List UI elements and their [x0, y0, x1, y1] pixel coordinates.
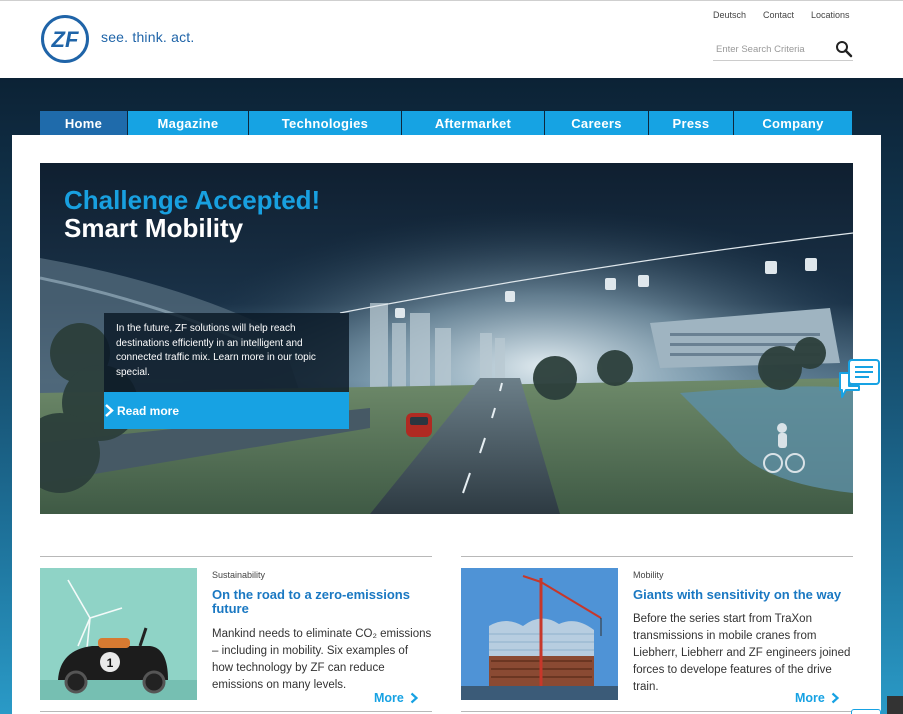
chevron-right-icon	[831, 692, 839, 704]
top-header: ZF see. think. act. Deutsch Contact Loca…	[0, 0, 903, 78]
tab-careers[interactable]: Careers	[545, 111, 648, 135]
card-divider	[461, 711, 853, 712]
contact-link[interactable]: Contact	[763, 10, 794, 20]
zf-logo[interactable]: ZF	[40, 14, 90, 64]
svg-text:ZF: ZF	[51, 27, 79, 52]
svg-text:1: 1	[107, 656, 114, 670]
chat-icon[interactable]	[837, 359, 881, 401]
search-input[interactable]	[713, 38, 831, 60]
locations-link[interactable]: Locations	[811, 10, 850, 20]
card-title[interactable]: Giants with sensitivity on the way	[633, 588, 848, 602]
chevron-right-icon	[410, 692, 418, 704]
tab-home[interactable]: Home	[40, 111, 127, 135]
search-box	[713, 38, 853, 61]
tab-press[interactable]: Press	[649, 111, 733, 135]
tab-company[interactable]: Company	[734, 111, 852, 135]
brand-slogan: see. think. act.	[101, 29, 195, 45]
more-link[interactable]: More	[374, 691, 418, 705]
main-navigation: Home Magazine Technologies Aftermarket C…	[40, 111, 853, 135]
more-label: More	[374, 691, 404, 705]
scroll-top-button[interactable]	[887, 696, 903, 714]
card-divider	[40, 711, 432, 712]
hero-teaser-text: In the future, ZF solutions will help re…	[116, 323, 316, 378]
card-category: Sustainability	[212, 570, 266, 580]
card-category: Mobility	[633, 570, 664, 580]
hero-headline-2: Smart Mobility	[64, 213, 244, 243]
teaser-card-mobility[interactable]: Mobility Giants with sensitivity on the …	[461, 556, 853, 714]
tab-technologies[interactable]: Technologies	[249, 111, 401, 135]
hero-banner[interactable]: Challenge Accepted! Smart Mobility In th…	[40, 163, 853, 514]
feedback-tab[interactable]	[851, 709, 881, 714]
card-title[interactable]: On the road to a zero-emissions future	[212, 588, 427, 616]
hero-headline-1: Challenge Accepted!	[64, 185, 321, 215]
card-description: Mankind needs to eliminate CO₂ emissions…	[212, 628, 432, 691]
tab-magazine[interactable]: Magazine	[128, 111, 248, 135]
teaser-card-sustainability[interactable]: 1 Sustainability On the road to a zero-e…	[40, 556, 432, 714]
language-link-deutsch[interactable]: Deutsch	[713, 10, 746, 20]
toy-car-windmill-image: 1	[40, 568, 197, 700]
card-description: Before the series start from TraXon tran…	[633, 613, 851, 693]
more-link[interactable]: More	[795, 691, 839, 705]
read-more-label: Read more	[117, 403, 180, 418]
read-more-button[interactable]: Read more	[104, 392, 349, 429]
more-label: More	[795, 691, 825, 705]
chevron-right-icon	[105, 404, 114, 417]
hero-teaser-box: In the future, ZF solutions will help re…	[104, 313, 349, 392]
search-icon[interactable]	[835, 40, 853, 58]
tab-aftermarket[interactable]: Aftermarket	[402, 111, 544, 135]
elbphilharmonie-crane-image	[461, 568, 618, 700]
